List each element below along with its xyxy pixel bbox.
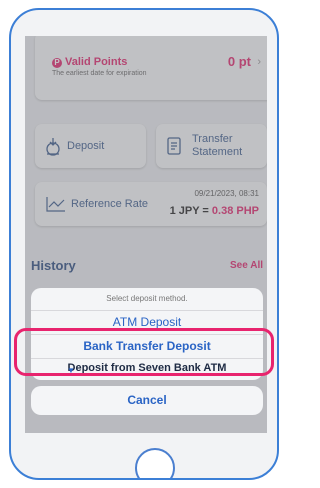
reference-rate-card[interactable]: Reference Rate 09/21/2023, 08:31 1 JPY =…	[35, 182, 267, 226]
history-title: History	[31, 258, 76, 273]
deposit-method-sheet: Select deposit method. ATM Deposit Bank …	[31, 288, 263, 380]
valid-points-title: Valid Points	[65, 56, 128, 68]
points-badge-icon: P	[52, 58, 62, 68]
transfer-label-line2: Statement	[192, 146, 243, 158]
arrow-down-icon: ▼	[67, 366, 75, 373]
rate-value-prefix: 1 JPY =	[169, 205, 212, 217]
deposit-icon	[46, 138, 60, 156]
transfer-statement-button[interactable]: Transfer Statement	[156, 124, 267, 168]
valid-points-subtitle: The earliest date for expiration	[52, 70, 147, 77]
app-screen: P Valid Points The earliest date for exp…	[25, 36, 267, 433]
cancel-button[interactable]: Cancel	[31, 386, 263, 415]
bank-transfer-deposit-option[interactable]: Bank Transfer Deposit	[31, 335, 263, 359]
see-all-link[interactable]: See All	[230, 260, 263, 271]
reference-rate-label: Reference Rate	[71, 198, 149, 210]
rate-datetime: 09/21/2023, 08:31	[194, 189, 259, 198]
transfer-label-line1: Transfer	[192, 133, 233, 145]
atm-deposit-option[interactable]: ATM Deposit	[31, 311, 263, 335]
statement-icon	[167, 137, 181, 155]
seven-bank-atm-label: Deposit from Seven Bank ATM	[67, 362, 227, 373]
line-chart-icon	[46, 197, 65, 212]
rate-value-highlight: 0.38 PHP	[211, 205, 259, 217]
seven-bank-atm-option[interactable]: ▼ Deposit from Seven Bank ATM	[31, 359, 263, 373]
points-value: 0 pt	[227, 54, 251, 69]
phone-frame: P Valid Points The earliest date for exp…	[9, 8, 279, 480]
home-button[interactable]	[135, 448, 175, 478]
deposit-label: Deposit	[67, 140, 105, 152]
rate-value: 1 JPY = 0.38 PHP	[170, 205, 259, 217]
chevron-right-icon: ›	[257, 56, 261, 68]
sheet-header: Select deposit method.	[31, 288, 263, 311]
transfer-statement-label: Transfer Statement	[192, 133, 242, 159]
valid-points-card[interactable]: P Valid Points The earliest date for exp…	[35, 36, 267, 100]
deposit-button[interactable]: Deposit	[35, 124, 146, 168]
